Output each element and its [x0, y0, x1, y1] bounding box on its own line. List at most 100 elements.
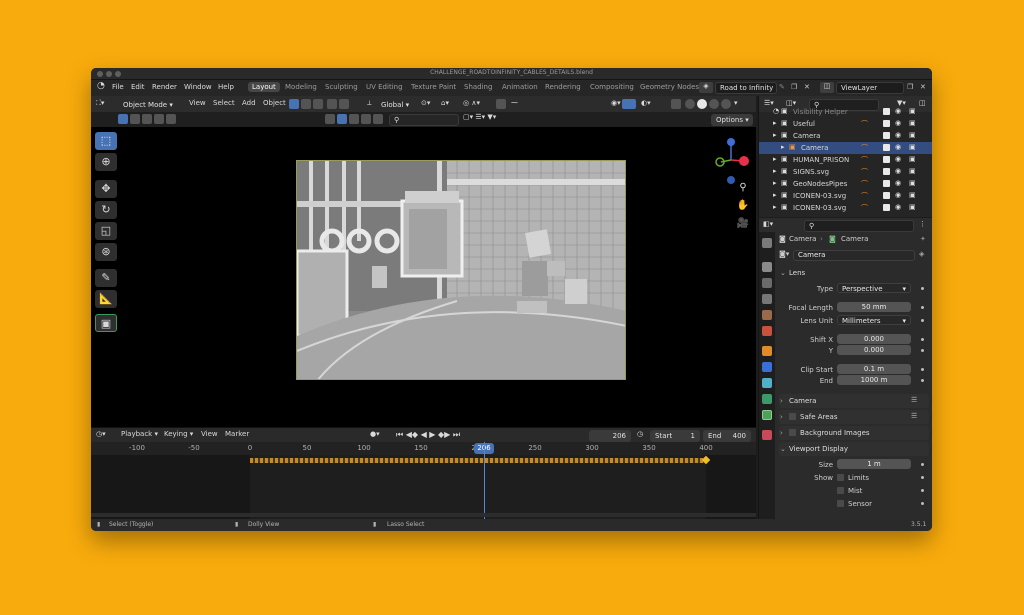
- render-camera-icon[interactable]: ▣: [909, 203, 916, 211]
- keyframe-dot[interactable]: [921, 306, 924, 309]
- editor-type-icon[interactable]: ⛶▾: [96, 99, 104, 108]
- constraints-tab-icon[interactable]: [762, 394, 772, 404]
- rendered-shading-icon[interactable]: [721, 99, 731, 109]
- camera-datablock-icon[interactable]: ◙▾: [779, 250, 789, 258]
- texture-tab-icon[interactable]: [762, 430, 772, 440]
- expand-arrow-icon[interactable]: ▸: [773, 167, 777, 175]
- pivot-point-icon[interactable]: ⊙▾: [421, 99, 430, 107]
- display-size-field[interactable]: 1 m: [837, 459, 911, 469]
- eye-icon[interactable]: ◉: [895, 203, 901, 211]
- snap-edge-icon[interactable]: [349, 114, 359, 124]
- menu-add[interactable]: Add: [242, 99, 256, 107]
- playhead-line[interactable]: [484, 442, 485, 519]
- outliner-row[interactable]: ▸ ▣ Camera ◉ ▣: [759, 130, 932, 142]
- expand-arrow-icon[interactable]: ▸: [773, 179, 777, 187]
- menu-view[interactable]: View: [189, 99, 206, 107]
- menu-file[interactable]: File: [112, 83, 124, 91]
- expand-arrow-icon[interactable]: ▸: [773, 119, 777, 127]
- menu-help[interactable]: Help: [218, 83, 234, 91]
- falloff-icon[interactable]: ⁓: [511, 99, 518, 107]
- eye-icon[interactable]: ◉: [895, 191, 901, 199]
- add-cube-tool-icon[interactable]: ▣: [95, 314, 117, 332]
- shading-options-icon[interactable]: ▾: [734, 99, 738, 107]
- keyframe-dot[interactable]: [921, 368, 924, 371]
- physics-tab-icon[interactable]: [762, 378, 772, 388]
- expand-arrow-icon[interactable]: ◔: [773, 107, 779, 115]
- camera-data-tab-icon[interactable]: [762, 410, 772, 420]
- snap-face-icon[interactable]: [361, 114, 371, 124]
- rotate-tool-icon[interactable]: ↻: [95, 201, 117, 219]
- keyframe-dot[interactable]: [921, 319, 924, 322]
- tool-search-field[interactable]: ⚲: [389, 114, 459, 126]
- focal-length-field[interactable]: 50 mm: [837, 302, 911, 312]
- annotate-tool-icon[interactable]: ✎: [95, 269, 117, 287]
- timeline-ruler[interactable]: -100 -50 0 50 100 150 200 250 300 350 40…: [91, 442, 756, 455]
- keyframe-dot[interactable]: [921, 489, 924, 492]
- render-camera-icon[interactable]: ▣: [909, 119, 916, 127]
- eye-icon[interactable]: ◉: [895, 179, 901, 187]
- tab-layout[interactable]: Layout: [248, 82, 280, 92]
- keyframe-dot[interactable]: [921, 463, 924, 466]
- pan-view-icon[interactable]: ✋: [736, 200, 750, 214]
- pin-properties-icon[interactable]: ✦: [920, 235, 926, 243]
- transform-orientation-icon[interactable]: ⟂: [367, 99, 372, 108]
- outliner-row[interactable]: ▸ ▣ Useful ⌒ ◉ ▣: [759, 118, 932, 130]
- output-tab-icon[interactable]: [762, 278, 772, 288]
- tab-compositing[interactable]: Compositing: [590, 83, 634, 91]
- end-frame-field[interactable]: End 400: [703, 430, 751, 442]
- tab-uv-editing[interactable]: UV Editing: [366, 83, 403, 91]
- expand-arrow-icon[interactable]: ▸: [773, 191, 777, 199]
- snap-vertex-icon[interactable]: [337, 114, 347, 124]
- select-box-tool-icon[interactable]: ⬚: [95, 132, 117, 150]
- keyframe-dot[interactable]: [921, 476, 924, 479]
- pin-icon[interactable]: ✎: [779, 83, 785, 91]
- new-view-layer-icon[interactable]: ❐: [907, 83, 913, 91]
- modifiers-tab-icon[interactable]: [762, 362, 772, 372]
- menu-render[interactable]: Render: [152, 83, 177, 91]
- exclude-checkbox[interactable]: [883, 132, 890, 139]
- render-tab-icon[interactable]: [762, 262, 772, 272]
- exclude-checkbox[interactable]: [883, 168, 890, 175]
- cursor-tool-icon[interactable]: ⊕: [95, 153, 117, 171]
- exclude-checkbox[interactable]: [883, 156, 890, 163]
- outliner-row[interactable]: ▸ ▣ ICONEN-03.svg ⌒ ◉ ▣: [759, 202, 932, 214]
- background-images-checkbox[interactable]: [789, 429, 796, 436]
- 3d-viewport[interactable]: ⬚ ⊕ ✥ ↻ ◱ ⊛ ✎ 📐 ▣ ⚲ ✋ 🎥: [91, 127, 756, 427]
- expand-arrow-icon[interactable]: ▸: [781, 143, 785, 151]
- scene-tab-icon[interactable]: [762, 310, 772, 320]
- view-layer-field[interactable]: ViewLayer: [836, 82, 904, 94]
- shift-x-field[interactable]: 0.000: [837, 334, 911, 344]
- viewport-display-panel-header[interactable]: ⌄ Viewport Display: [779, 442, 929, 456]
- render-camera-icon[interactable]: ▣: [909, 131, 916, 139]
- exclude-checkbox[interactable]: [883, 144, 890, 151]
- tab-sculpting[interactable]: Sculpting: [325, 83, 358, 91]
- tab-texture-paint[interactable]: Texture Paint: [411, 83, 456, 91]
- extend-mode-icon[interactable]: [301, 99, 311, 109]
- outliner-row[interactable]: ▸ ▣ SIGNS.svg ⌒ ◉ ▣: [759, 166, 932, 178]
- tab-rendering[interactable]: Rendering: [545, 83, 581, 91]
- outliner-row[interactable]: ◔ ▣ Visibility Helper ◉ ▣: [759, 106, 932, 118]
- tab-shading[interactable]: Shading: [464, 83, 492, 91]
- menu-object[interactable]: Object: [263, 99, 286, 107]
- camera-data-name-field[interactable]: Camera: [793, 250, 915, 261]
- eye-icon[interactable]: ◉: [895, 143, 901, 151]
- subtract-mode-icon[interactable]: [313, 99, 323, 109]
- menu-marker[interactable]: Marker: [225, 430, 249, 438]
- intersect-mode-icon[interactable]: [339, 99, 349, 109]
- start-frame-field[interactable]: Start 1: [650, 430, 700, 442]
- outliner-row[interactable]: ▸ ▣ ICONEN-03.svg ⌒ ◉ ▣: [759, 190, 932, 202]
- scale-tool-icon[interactable]: ◱: [95, 222, 117, 240]
- shift-y-field[interactable]: 0.000: [837, 345, 911, 355]
- keyframe-dot[interactable]: [921, 349, 924, 352]
- snap-volume-icon[interactable]: [373, 114, 383, 124]
- timeline-track[interactable]: [91, 442, 756, 519]
- outliner-row[interactable]: ▸ ▣ Camera ⌒ ◉ ▣: [759, 142, 932, 154]
- options-dropdown[interactable]: Options ▾: [711, 114, 753, 126]
- render-camera-icon[interactable]: ▣: [909, 191, 916, 199]
- preview-range-icon[interactable]: ◷: [637, 430, 643, 438]
- clip-end-field[interactable]: 1000 m: [837, 375, 911, 385]
- expand-arrow-icon[interactable]: ▸: [773, 203, 777, 211]
- exclude-checkbox[interactable]: [883, 120, 890, 127]
- keyframe-dot[interactable]: [921, 379, 924, 382]
- keyframe-dot[interactable]: [921, 502, 924, 505]
